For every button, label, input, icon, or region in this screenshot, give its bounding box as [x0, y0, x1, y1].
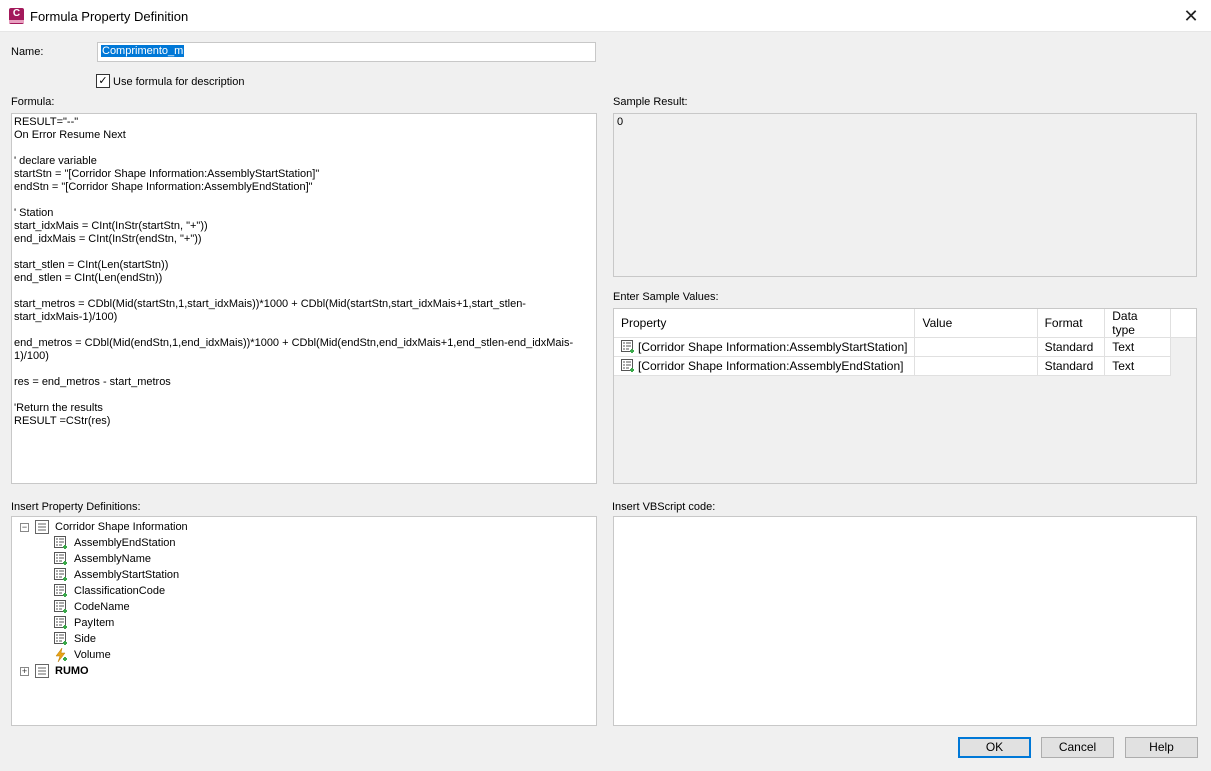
- formula-line: ' Station: [14, 207, 54, 219]
- title-bar: C Formula Property Definition ✕: [0, 0, 1211, 32]
- close-icon[interactable]: ✕: [1171, 0, 1211, 32]
- use-formula-label: Use formula for description: [113, 76, 245, 88]
- formula-line: ' declare variable: [14, 155, 97, 167]
- sample-result-label: Sample Result:: [613, 96, 688, 108]
- sample-data-type-cell: Text: [1104, 356, 1172, 376]
- expand-icon[interactable]: +: [20, 667, 29, 676]
- tree-group-label: Corridor Shape Information: [55, 521, 188, 533]
- tree-item-label: Volume: [74, 649, 111, 661]
- formula-line: [14, 285, 594, 298]
- name-input[interactable]: Comprimento_m: [97, 42, 596, 62]
- window-title: Formula Property Definition: [30, 9, 189, 24]
- formula-line: [14, 142, 594, 155]
- formula-line: endStn = "[Corridor Shape Information:As…: [14, 181, 313, 193]
- name-value: Comprimento_m: [101, 45, 185, 57]
- sample-format-cell[interactable]: Standard: [1037, 356, 1106, 376]
- sample-value-row[interactable]: [Corridor Shape Information:AssemblyStar…: [614, 337, 1196, 357]
- formula-line: 'Return the results: [14, 402, 103, 414]
- sample-result-box: 0: [613, 113, 1197, 277]
- tree-item-label: AssemblyStartStation: [74, 569, 180, 581]
- name-label: Name:: [11, 46, 44, 58]
- formula-line: startStn = "[Corridor Shape Information:…: [14, 168, 320, 180]
- property-set-icon: [35, 664, 49, 683]
- formula-line: start_stlen = CInt(Len(startStn)): [14, 259, 169, 271]
- sample-value-row[interactable]: [Corridor Shape Information:AssemblyEndS…: [614, 356, 1196, 376]
- column-header-format[interactable]: Format: [1037, 309, 1106, 338]
- formula-line: [14, 363, 594, 376]
- sample-values-grid: Property Value Format Data type [Corrido…: [613, 308, 1197, 484]
- sample-values-label: Enter Sample Values:: [613, 291, 719, 303]
- tree-item-label: AssemblyName: [74, 553, 152, 565]
- formula-line: res = end_metros - start_metros: [14, 376, 171, 388]
- sample-value-cell[interactable]: [914, 337, 1038, 357]
- formula-line: [14, 324, 594, 337]
- sample-property-cell: [Corridor Shape Information:AssemblyEndS…: [614, 356, 916, 376]
- formula-line: 1)/100): [14, 350, 49, 362]
- tree-item-label: ClassificationCode: [74, 585, 166, 597]
- property-icon: [621, 340, 635, 354]
- property-icon: [621, 359, 635, 373]
- formula-line: [14, 389, 594, 402]
- vbscript-list[interactable]: [613, 516, 1197, 726]
- formula-line: start_idxMais = CInt(InStr(startStn, "+"…: [14, 220, 208, 232]
- column-header-property[interactable]: Property: [614, 309, 916, 338]
- tree-item-label: CodeName: [74, 601, 130, 613]
- tree-item-label: PayItem: [74, 617, 115, 629]
- sample-result-value: 0: [617, 116, 624, 128]
- property-definitions-tree: − Corridor Shape Information AssemblyEndSt…: [11, 516, 597, 726]
- formula-line: RESULT =CStr(res): [14, 415, 111, 427]
- use-formula-checkbox[interactable]: ✓: [96, 74, 110, 88]
- tree-group-label: RUMO: [55, 665, 89, 677]
- formula-line: start_metros = CDbl(Mid(startStn,1,start…: [14, 298, 526, 310]
- formula-line: end_stlen = CInt(Len(endStn)): [14, 272, 163, 284]
- collapse-icon[interactable]: −: [20, 523, 29, 532]
- cancel-button[interactable]: Cancel: [1041, 737, 1114, 758]
- formula-line: [14, 194, 594, 207]
- formula-line: end_idxMais = CInt(InStr(endStn, "+")): [14, 233, 202, 245]
- formula-line: RESULT="--": [14, 116, 79, 128]
- ok-button[interactable]: OK: [958, 737, 1031, 758]
- sample-data-type-cell: Text: [1104, 337, 1172, 357]
- app-icon: C: [9, 8, 24, 24]
- formula-label: Formula:: [11, 96, 55, 108]
- sample-format-cell[interactable]: Standard: [1037, 337, 1106, 357]
- property-definitions-label: Insert Property Definitions:: [11, 501, 141, 513]
- vbscript-label: Insert VBScript code:: [612, 501, 716, 513]
- sample-property-cell: [Corridor Shape Information:AssemblyStar…: [614, 337, 916, 357]
- formula-line: On Error Resume Next: [14, 129, 126, 141]
- tree-item-label: Side: [74, 633, 97, 645]
- formula-line: [14, 246, 594, 259]
- help-button[interactable]: Help: [1125, 737, 1198, 758]
- formula-editor[interactable]: RESULT="--" On Error Resume Next ' declare…: [11, 113, 597, 484]
- column-header-value[interactable]: Value: [914, 309, 1038, 338]
- tree-item-label: AssemblyEndStation: [74, 537, 176, 549]
- formula-line: start_idxMais-1)/100): [14, 311, 118, 323]
- sample-value-cell[interactable]: [914, 356, 1038, 376]
- property-set-icon: [35, 520, 49, 539]
- formula-line: end_metros = CDbl(Mid(endStn,1,end_idxMa…: [14, 337, 574, 349]
- column-header-data-type[interactable]: Data type: [1104, 309, 1172, 338]
